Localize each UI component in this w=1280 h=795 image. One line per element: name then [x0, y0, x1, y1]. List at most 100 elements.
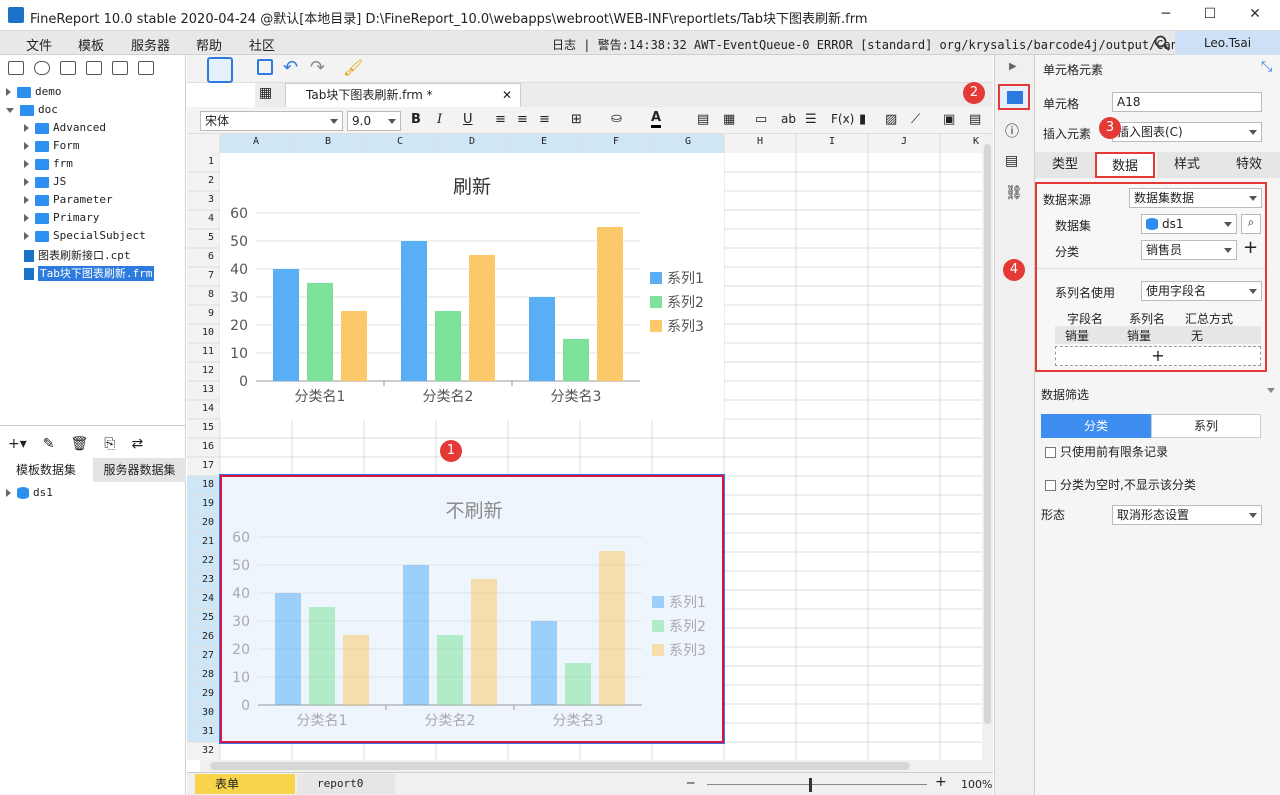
- category-select[interactable]: 销售员: [1141, 240, 1237, 260]
- sheet-tab-report0[interactable]: report0: [297, 774, 395, 794]
- shape-select[interactable]: 取消形态设置: [1112, 505, 1262, 525]
- tab-style[interactable]: 样式: [1157, 152, 1217, 178]
- spreadsheet-grid[interactable]: ABCDEFGHIJK 1 2 3 4 5 6 7 8 9 10 11 12 13 14 15 16 17 18 1…: [187, 134, 993, 760]
- vertical-scrollbar[interactable]: [982, 134, 993, 760]
- data-source-select[interactable]: 数据集数据: [1129, 188, 1262, 208]
- filter-tab-series[interactable]: 系列: [1151, 414, 1261, 438]
- add-field-button[interactable]: +: [1055, 346, 1261, 366]
- row-header-19[interactable]: 19: [187, 498, 214, 509]
- font-family-select[interactable]: 宋体: [200, 111, 343, 131]
- tab-data[interactable]: 数据: [1095, 152, 1155, 178]
- row-header-22[interactable]: 22: [187, 555, 214, 566]
- row-header-5[interactable]: 5: [187, 232, 214, 243]
- chevron-right-icon[interactable]: [24, 196, 29, 204]
- row-header-13[interactable]: 13: [187, 384, 214, 395]
- formula-icon[interactable]: F(x): [831, 112, 854, 126]
- column-header-B[interactable]: B: [292, 136, 364, 147]
- align-right-icon[interactable]: ≡: [539, 112, 550, 127]
- delete-icon[interactable]: [112, 61, 128, 75]
- tab-frm-file[interactable]: Tab块下图表刷新.frm * ✕: [285, 83, 521, 107]
- checkbox[interactable]: [1045, 480, 1056, 491]
- row-header-24[interactable]: 24: [187, 593, 214, 604]
- column-header-F[interactable]: F: [580, 136, 652, 147]
- tree-item-frm[interactable]: frm: [24, 157, 73, 170]
- chevron-right-icon[interactable]: [24, 214, 29, 222]
- tree-item-js[interactable]: JS: [24, 175, 66, 188]
- row-header-21[interactable]: 21: [187, 536, 214, 547]
- limit-records-checkbox[interactable]: 只使用前有限条记录: [1045, 443, 1168, 460]
- paragraph-icon[interactable]: ☰: [805, 112, 817, 127]
- border-icon[interactable]: ⊞: [571, 112, 582, 127]
- tab-effect[interactable]: 特效: [1217, 152, 1280, 178]
- copy-icon[interactable]: [138, 61, 154, 75]
- row-header-18[interactable]: 18: [187, 479, 214, 490]
- table-row[interactable]: 销量 销量 无: [1055, 326, 1261, 344]
- text-icon[interactable]: ab: [781, 112, 796, 126]
- horizontal-scrollbar[interactable]: [200, 760, 993, 772]
- merge-icon[interactable]: ▤: [697, 112, 709, 127]
- slash-icon[interactable]: ⟋: [911, 112, 920, 127]
- column-header-D[interactable]: D: [436, 136, 508, 147]
- tree-item-form[interactable]: Form: [24, 139, 80, 152]
- series-name-select[interactable]: 使用字段名: [1141, 281, 1262, 301]
- menu-server[interactable]: 服务器: [131, 35, 170, 54]
- row-header-15[interactable]: 15: [187, 422, 214, 433]
- row-header-2[interactable]: 2: [187, 175, 214, 186]
- edit-icon[interactable]: ✎: [43, 436, 55, 452]
- tree-item-primary[interactable]: Primary: [24, 211, 99, 224]
- user-account[interactable]: Leo.Tsai: [1175, 31, 1280, 55]
- align-left-icon[interactable]: ≡: [495, 112, 506, 127]
- preview-icon[interactable]: ⎘: [104, 436, 115, 452]
- underline-icon[interactable]: U: [463, 112, 473, 127]
- dataset-item-ds1[interactable]: ds1: [6, 486, 53, 499]
- close-button[interactable]: ✕: [1245, 6, 1265, 22]
- row-header-16[interactable]: 16: [187, 441, 214, 452]
- refresh-icon[interactable]: [34, 61, 50, 75]
- hide-empty-category-checkbox[interactable]: 分类为空时,不显示该分类: [1045, 476, 1196, 493]
- filter-tab-category[interactable]: 分类: [1041, 414, 1151, 438]
- table-icon[interactable]: ▦: [723, 112, 735, 127]
- tree-item-frm-file[interactable]: Tab块下图表刷新.frm: [24, 265, 155, 281]
- text-field-icon[interactable]: ▭: [755, 112, 767, 127]
- align-center-icon[interactable]: ≡: [517, 112, 528, 127]
- search-icon[interactable]: ⌕: [1241, 214, 1261, 234]
- replace-icon[interactable]: ⇄: [131, 436, 143, 452]
- font-color-icon[interactable]: A: [651, 111, 662, 128]
- menu-community[interactable]: 社区: [249, 35, 275, 54]
- menu-help[interactable]: 帮助: [196, 35, 222, 54]
- menu-file[interactable]: 文件: [26, 35, 52, 54]
- dataset-select[interactable]: ds1: [1141, 214, 1237, 234]
- cell-element-tab[interactable]: [998, 84, 1030, 110]
- row-header-8[interactable]: 8: [187, 289, 214, 300]
- row-header-20[interactable]: 20: [187, 517, 214, 528]
- scrollbar-thumb[interactable]: [984, 144, 991, 724]
- tree-item-demo[interactable]: demo: [6, 85, 62, 98]
- chart-icon[interactable]: ▮: [859, 112, 866, 127]
- scrollbar-thumb[interactable]: [210, 762, 910, 770]
- zoom-slider-track[interactable]: [707, 784, 927, 785]
- list-icon[interactable]: ▤: [1005, 153, 1018, 169]
- row-header-29[interactable]: 29: [187, 688, 214, 699]
- tree-item-advanced[interactable]: Advanced: [24, 121, 106, 134]
- add-category-button[interactable]: +: [1243, 237, 1258, 258]
- close-tab-icon[interactable]: ✕: [502, 84, 512, 106]
- minimize-button[interactable]: ─: [1156, 6, 1176, 22]
- row-header-25[interactable]: 25: [187, 612, 214, 623]
- zoom-in-button[interactable]: +: [935, 774, 947, 790]
- collapse-icon[interactable]: ⤡: [1261, 59, 1272, 75]
- chevron-right-icon[interactable]: [24, 142, 29, 150]
- menu-template[interactable]: 模板: [78, 35, 104, 54]
- chevron-right-icon[interactable]: [24, 232, 29, 240]
- row-header-30[interactable]: 30: [187, 707, 214, 718]
- delete-icon[interactable]: 🗑: [71, 436, 89, 452]
- row-header-1[interactable]: 1: [187, 156, 214, 167]
- column-header-G[interactable]: G: [652, 136, 724, 147]
- row-header-31[interactable]: 31: [187, 726, 214, 737]
- list-icon[interactable]: ▤: [969, 112, 981, 127]
- link-icon[interactable]: ⛓: [1005, 185, 1023, 201]
- widget-icon[interactable]: ▣: [943, 112, 955, 127]
- row-header-7[interactable]: 7: [187, 270, 214, 281]
- column-header-I[interactable]: I: [796, 136, 868, 147]
- row-header-14[interactable]: 14: [187, 403, 214, 414]
- grid-icon[interactable]: ▦: [259, 85, 272, 101]
